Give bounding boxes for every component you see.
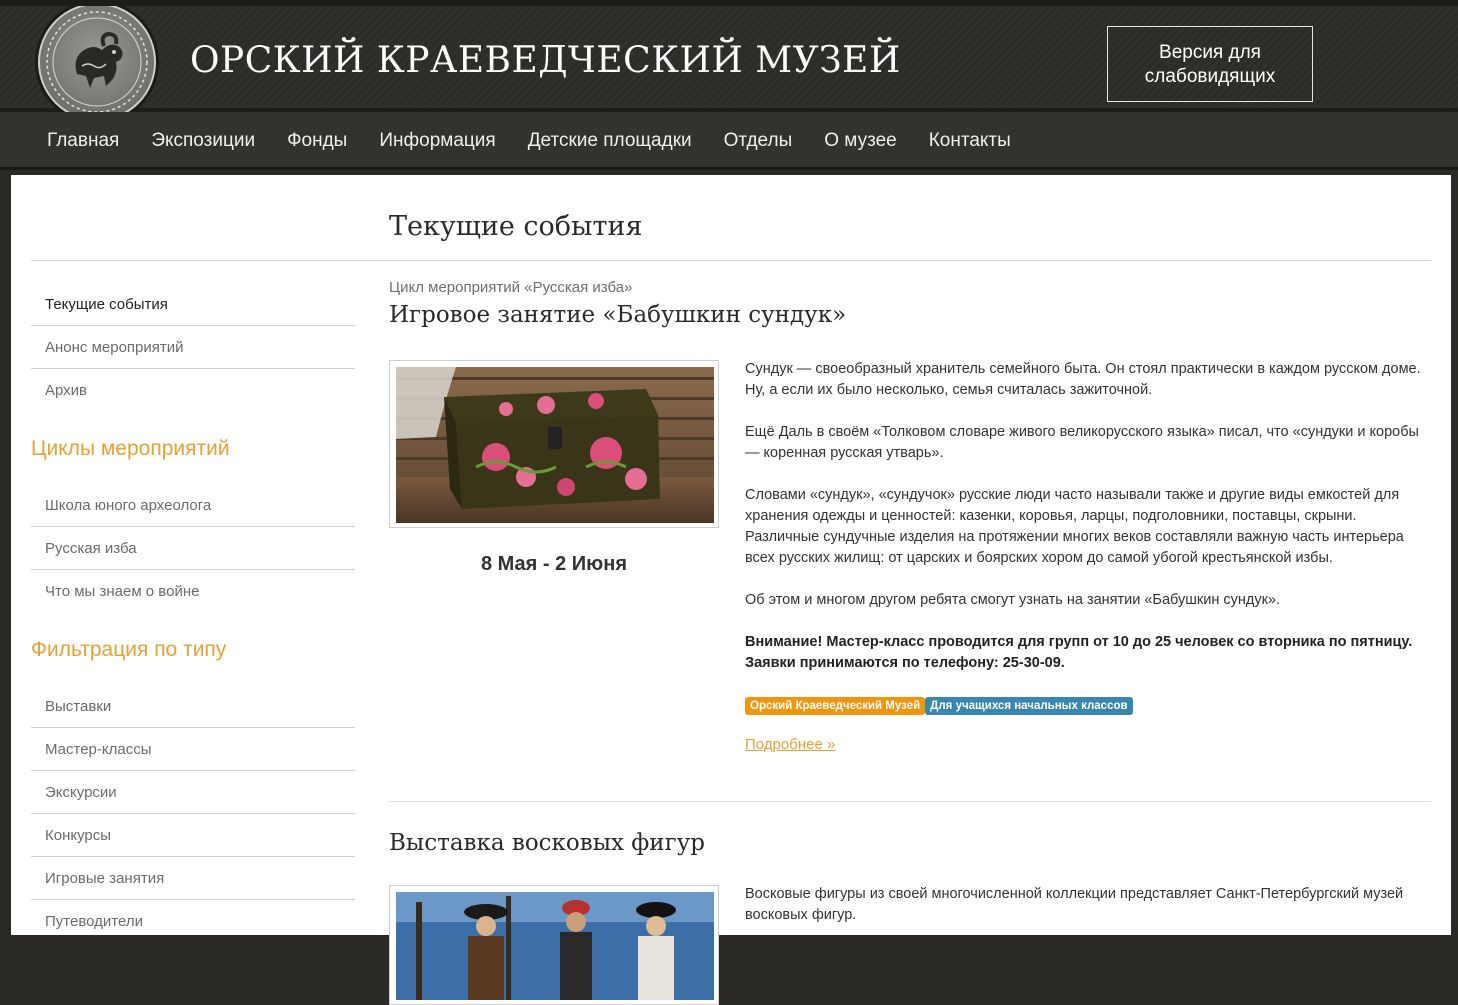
event-notice: Внимание! Мастер-класс проводится для гр… [745,634,1413,671]
sidebar-item-excursions[interactable]: Экскурсии [31,771,355,814]
sidebar-cycles-list: Школа юного археолога Русская изба Что м… [31,484,355,613]
nav-item-home[interactable]: Главная [31,130,135,152]
sidebar: Текущие события Анонс мероприятий Архив … [31,283,355,943]
page-content: Текущие события Текущие события Анонс ме… [11,175,1451,1005]
painted-chest-image [396,367,714,523]
event-description: Сундук — своеобразный хранитель семейног… [745,359,1429,756]
event-item: Выставка восковых фигур Восковые фигуры … [389,830,1431,1005]
sidebar-heading-filter: Фильтрация по типу [31,638,227,661]
wax-figures-image [396,892,714,1000]
sidebar-events-list: Текущие события Анонс мероприятий Архив [31,283,355,412]
nav-item-about[interactable]: О музее [808,130,912,152]
sidebar-heading-cycles: Циклы мероприятий [31,437,230,460]
nav-item-kids-areas[interactable]: Детские площадки [512,130,708,152]
event-paragraph: Восковые фигуры из своей многочисленной … [745,886,1404,923]
read-more-link[interactable]: Подробнее » [745,736,835,753]
museum-logo[interactable] [32,0,162,124]
site-title[interactable]: ОРСКИЙ КРАЕВЕДЧЕСКИЙ МУЗЕЙ [190,40,901,81]
event-description: Восковые фигуры из своей многочисленной … [745,884,1429,947]
sidebar-item-current-events[interactable]: Текущие события [31,283,355,326]
sidebar-item-war-knowledge[interactable]: Что мы знаем о войне [31,570,355,613]
low-vision-version-button[interactable]: Версия для слабовидящих [1107,26,1313,102]
tag-audience[interactable]: Для учащихся начальных классов [925,697,1133,715]
event-image[interactable] [389,885,719,1005]
sidebar-types-list: Выставки Мастер-классы Экскурсии Конкурс… [31,685,355,943]
low-vision-label-line2: слабовидящих [1144,66,1276,87]
low-vision-label-line1: Версия для [1159,42,1261,63]
event-paragraph: Об этом и многом другом ребята смогут уз… [745,592,1281,608]
nav-item-expositions[interactable]: Экспозиции [135,130,271,152]
sidebar-item-master-classes[interactable]: Мастер-классы [31,728,355,771]
sidebar-item-contests[interactable]: Конкурсы [31,814,355,857]
event-item: Цикл мероприятий «Русская изба» Игровое … [389,279,1431,753]
main-nav: Главная Экспозиции Фонды Информация Детс… [0,112,1458,170]
sidebar-item-exhibitions[interactable]: Выставки [31,685,355,728]
divider [389,801,1431,802]
sidebar-item-announcements[interactable]: Анонс мероприятий [31,326,355,369]
sidebar-item-game-lessons[interactable]: Игровые занятия [31,857,355,900]
sidebar-item-guides[interactable]: Путеводители [31,900,355,943]
event-tags: Орский Краеведческий Музей Для учащихся н… [745,695,1429,715]
divider [31,260,1431,261]
event-paragraph: Словами «сундук», «сундучок» русские люд… [745,487,1404,566]
event-paragraph: Сундук — своеобразный хранитель семейног… [745,361,1421,398]
event-cycle-label[interactable]: Цикл мероприятий «Русская изба» [389,279,1431,296]
nav-item-contacts[interactable]: Контакты [913,130,1027,152]
event-date: 8 Мая - 2 Июня [480,553,628,575]
nav-item-funds[interactable]: Фонды [271,130,363,152]
page-title: Текущие события [389,211,643,242]
event-title[interactable]: Выставка восковых фигур [389,830,1431,856]
event-image[interactable] [389,360,719,528]
sidebar-item-archive[interactable]: Архив [31,369,355,412]
site-header: ОРСКИЙ КРАЕВЕДЧЕСКИЙ МУЗЕЙ Версия для сл… [0,0,1458,124]
nav-item-departments[interactable]: Отделы [708,130,809,152]
sidebar-item-young-archaeologist[interactable]: Школа юного археолога [31,484,355,527]
event-title[interactable]: Игровое занятие «Бабушкин сундук» [389,302,1431,328]
event-paragraph: Ещё Даль в своём «Толковом словаре живог… [745,424,1419,461]
sidebar-item-russian-izba[interactable]: Русская изба [31,527,355,570]
nav-item-information[interactable]: Информация [363,130,511,152]
tag-museum[interactable]: Орский Краеведческий Музей [745,697,926,715]
